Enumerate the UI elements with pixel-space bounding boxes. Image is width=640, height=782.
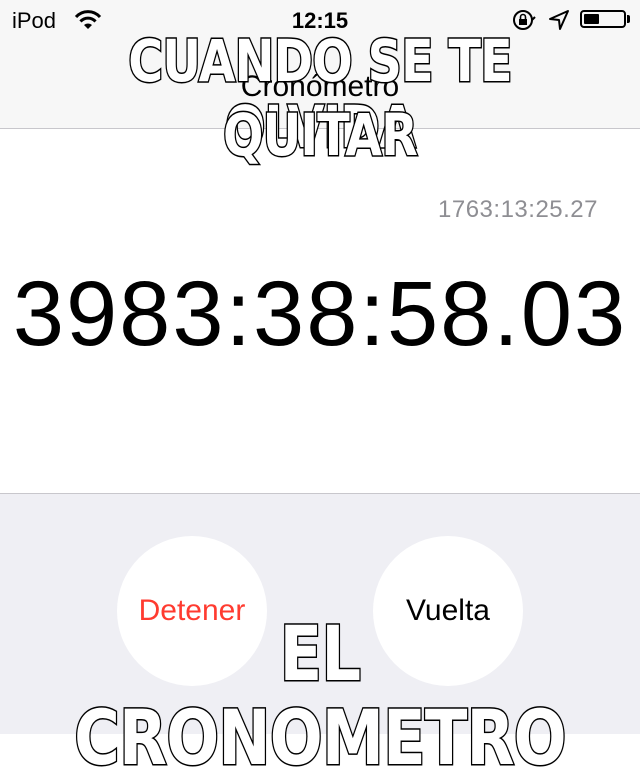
battery-cap [627,15,630,23]
battery-icon [580,10,626,28]
meme-caption-bottom: EL CRONOMETRO [73,609,568,782]
battery-level-fill [584,14,600,24]
meme-caption-top-line2: QUITAR [222,101,419,170]
lap-time-display: 1763:13:25.27 [438,196,598,223]
main-time-display: 3983:38:58.03 [12,263,628,365]
